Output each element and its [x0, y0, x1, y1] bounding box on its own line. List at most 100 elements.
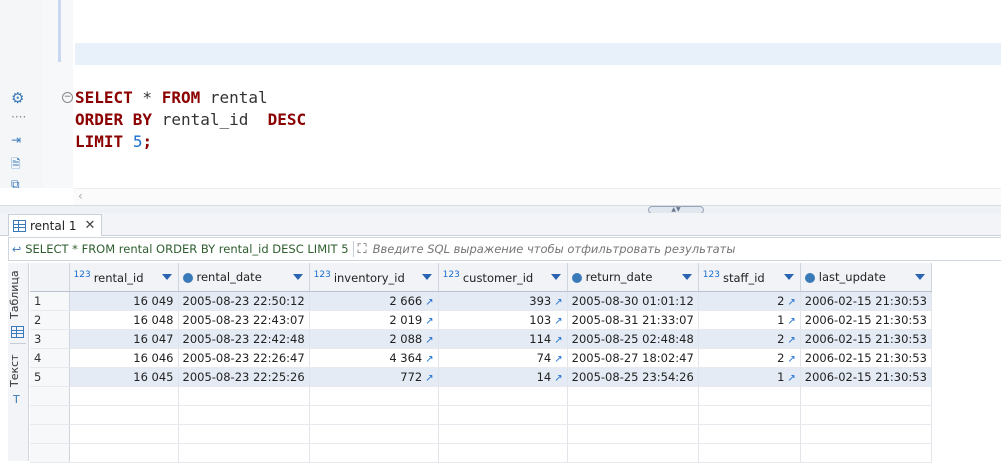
cell-return-date[interactable]: 2005-08-31 21:33:07 [567, 310, 699, 330]
row-number[interactable]: 2 [30, 310, 70, 330]
cell-customer-id[interactable]: 74 ↗ [438, 348, 568, 368]
gutter-marker [58, 0, 61, 62]
table-row[interactable]: 1 16 049 2005-08-23 22:50:12 2 666 ↗ 393 ↗ 2005… [30, 291, 932, 311]
table-row[interactable]: 4 16 046 2005-08-23 22:26:47 4 364 ↗ 74 ↗ 2005-… [30, 348, 932, 368]
cell-inventory-id[interactable]: 2 019 ↗ [309, 310, 439, 330]
cell-inventory-id[interactable]: 4 364 ↗ [309, 348, 439, 368]
cell-customer-id[interactable]: 114 ↗ [438, 329, 568, 349]
cell-customer-id[interactable]: 103 ↗ [438, 310, 568, 330]
row-number-header [30, 263, 70, 292]
cell-return-date[interactable]: 2005-08-30 01:01:12 [567, 291, 699, 311]
foreign-key-link-icon[interactable]: ↗ [787, 297, 795, 308]
foreign-key-link-icon[interactable]: ↗ [554, 335, 562, 346]
sort-arrow-icon[interactable] [550, 274, 561, 280]
foreign-key-link-icon[interactable]: ↗ [787, 373, 795, 384]
cell-rental-date[interactable]: 2005-08-23 22:43:07 [178, 310, 310, 330]
cell-customer-id[interactable]: 393 ↗ [438, 291, 568, 311]
row-number[interactable]: 3 [30, 329, 70, 349]
foreign-key-link-icon[interactable]: ↗ [787, 335, 795, 346]
cell-staff-id[interactable]: 2 ↗ [698, 291, 801, 311]
foreign-key-link-icon[interactable]: ↗ [787, 354, 795, 365]
cell-return-date[interactable]: 2005-08-27 18:02:47 [567, 348, 699, 368]
foreign-key-link-icon[interactable]: ↗ [787, 316, 795, 327]
foreign-key-link-icon[interactable]: ↗ [425, 354, 433, 365]
foreign-key-link-icon[interactable]: ↗ [554, 297, 562, 308]
empty-row [30, 443, 932, 463]
cell-rental-id[interactable]: 16 046 [69, 348, 179, 368]
row-number[interactable]: 4 [30, 348, 70, 368]
cell-staff-id[interactable]: 1 ↗ [698, 310, 801, 330]
column-header-rental-date[interactable]: rental_date [178, 263, 310, 292]
foreign-key-link-icon[interactable]: ↗ [425, 297, 433, 308]
foreign-key-link-icon[interactable]: ↗ [554, 354, 562, 365]
empty-cell [438, 424, 568, 444]
cell-last-update[interactable]: 2006-02-15 21:30:53 [800, 291, 932, 311]
column-header-rental-id[interactable]: 123 rental_id [69, 263, 179, 292]
cell-staff-id[interactable]: 2 ↗ [698, 348, 801, 368]
execute-script-icon[interactable]: ⇥ [11, 133, 21, 147]
cell-last-update[interactable]: 2006-02-15 21:30:53 [800, 367, 932, 387]
file-error-icon[interactable]: 🗎 [11, 155, 21, 176]
fold-collapse-icon[interactable]: − [62, 92, 73, 103]
foreign-key-link-icon[interactable]: ↗ [554, 373, 562, 384]
column-header-last-update[interactable]: last_update [800, 263, 932, 292]
column-header-inventory-id[interactable]: 123 inventory_id [309, 263, 439, 292]
cell-rental-id[interactable]: 16 048 [69, 310, 179, 330]
foreign-key-link-icon[interactable]: ↗ [425, 373, 433, 384]
foreign-key-link-icon[interactable]: ↗ [554, 316, 562, 327]
query-text[interactable]: SELECT * FROM rental ORDER BY rental_id … [21, 242, 348, 256]
sort-arrow-icon[interactable] [681, 274, 692, 280]
cell-rental-id[interactable]: 16 049 [69, 291, 179, 311]
foreign-key-link-icon[interactable]: ↗ [425, 335, 433, 346]
cell-staff-id[interactable]: 1 ↗ [698, 367, 801, 387]
empty-cell [438, 443, 568, 463]
cell-inventory-id[interactable]: 2 666 ↗ [309, 291, 439, 311]
tab-text-view[interactable]: Текст [8, 351, 28, 391]
code-line-2[interactable]: ORDER BY rental_id DESC [75, 109, 306, 131]
cell-customer-id[interactable]: 14 ↗ [438, 367, 568, 387]
text-view-icon[interactable]: T [13, 393, 20, 406]
cell-last-update[interactable]: 2006-02-15 21:30:53 [800, 348, 932, 368]
table-row[interactable]: 5 16 045 2005-08-23 22:25:26 772 ↗ 14 ↗ 2005-08… [30, 367, 932, 387]
sort-arrow-icon[interactable] [914, 274, 925, 280]
foreign-key-link-icon[interactable]: ↗ [425, 316, 433, 327]
gear-icon[interactable]: ⚙ [11, 89, 24, 107]
cell-rental-id[interactable]: 16 045 [69, 367, 179, 387]
table-row[interactable]: 3 16 047 2005-08-23 22:42:48 2 088 ↗ 114 ↗ 2005… [30, 329, 932, 349]
cell-last-update[interactable]: 2006-02-15 21:30:53 [800, 329, 932, 349]
cell-return-date[interactable]: 2005-08-25 23:54:26 [567, 367, 699, 387]
cell-rental-date[interactable]: 2005-08-23 22:42:48 [178, 329, 310, 349]
row-number[interactable]: 1 [30, 291, 70, 311]
column-header-staff-id[interactable]: 123 staff_id [698, 263, 801, 292]
column-header-customer-id[interactable]: 123 customer_id [438, 263, 568, 292]
sql-keyword: LIMIT [75, 132, 124, 151]
sort-arrow-icon[interactable] [783, 274, 794, 280]
grid-view-icon[interactable] [11, 326, 24, 341]
tab-grid-view[interactable]: Таблица [8, 267, 28, 323]
cell-inventory-id[interactable]: 772 ↗ [309, 367, 439, 387]
expand-icon[interactable]: ⛶ [358, 242, 367, 257]
code-line-1[interactable]: SELECT * FROM rental [75, 87, 268, 109]
column-header-return-date[interactable]: return_date [567, 263, 699, 292]
editor-horizontal-scrollbar[interactable] [73, 188, 1001, 205]
row-number[interactable]: 5 [30, 367, 70, 387]
close-icon[interactable]: ✕ [85, 218, 96, 233]
empty-row [30, 405, 932, 425]
scroll-left-icon[interactable]: ‹ [78, 189, 83, 203]
cell-inventory-id[interactable]: 2 088 ↗ [309, 329, 439, 349]
sort-arrow-icon[interactable] [292, 274, 303, 280]
cell-return-date[interactable]: 2005-08-25 02:48:48 [567, 329, 699, 349]
cell-staff-id[interactable]: 2 ↗ [698, 329, 801, 349]
table-row[interactable]: 2 16 048 2005-08-23 22:43:07 2 019 ↗ 103 ↗ 2005… [30, 310, 932, 330]
explain-plan-icon[interactable]: ⧉ [11, 177, 20, 192]
cell-last-update[interactable]: 2006-02-15 21:30:53 [800, 310, 932, 330]
code-line-3[interactable]: LIMIT 5; [75, 131, 152, 153]
cell-rental-id[interactable]: 16 047 [69, 329, 179, 349]
cell-rental-date[interactable]: 2005-08-23 22:25:26 [178, 367, 310, 387]
tab-rental-1[interactable]: rental 1 ✕ [8, 214, 103, 236]
cell-rental-date[interactable]: 2005-08-23 22:50:12 [178, 291, 310, 311]
cell-rental-date[interactable]: 2005-08-23 22:26:47 [178, 348, 310, 368]
sort-arrow-icon[interactable] [421, 274, 432, 280]
sort-arrow-icon[interactable] [161, 274, 172, 280]
filter-input[interactable] [370, 241, 975, 257]
